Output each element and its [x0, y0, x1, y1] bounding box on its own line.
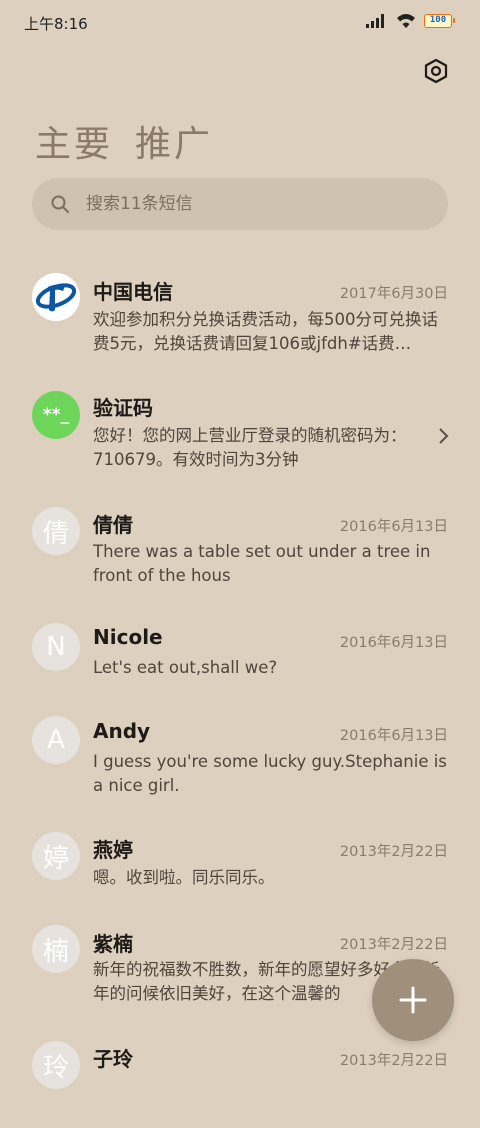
avatar: 玲: [32, 1041, 80, 1089]
battery-icon: 100: [424, 14, 455, 28]
search-input[interactable]: [84, 193, 388, 215]
conversation-name: Nicole: [93, 625, 163, 649]
avatar: [32, 273, 80, 321]
conversation-row[interactable]: 倩 倩倩 2016年6月13日 There was a table set ou…: [0, 494, 480, 594]
conversation-row[interactable]: 中国电信 2017年6月30日 欢迎参加积分兑换话费活动，每500分可兑换话费5…: [0, 262, 480, 362]
conversation-row[interactable]: 玲 子玲 2013年2月22日: [0, 1028, 480, 1128]
avatar: 倩: [32, 507, 80, 555]
conversation-row[interactable]: N Nicole 2016年6月13日 Let's eat out,shall …: [0, 610, 480, 710]
conversation-preview: There was a table set out under a tree i…: [93, 542, 431, 585]
conversation-date: 2016年6月13日: [339, 519, 448, 535]
conversation-date: 2013年2月22日: [339, 937, 448, 953]
compose-button[interactable]: [372, 959, 454, 1041]
settings-hexagon-icon: [424, 58, 448, 84]
conversation-name: 紫楠: [93, 932, 133, 956]
conversation-name: 验证码: [93, 396, 153, 420]
tab-promotions[interactable]: 推广: [135, 115, 213, 167]
avatar: 楠: [32, 925, 80, 973]
chevron-right-icon[interactable]: [438, 427, 450, 445]
conversation-preview: I guess you're some lucky guy.Stephanie …: [93, 752, 447, 795]
conversation-name: Andy: [93, 719, 151, 743]
settings-button[interactable]: [422, 57, 450, 85]
search-icon: [51, 195, 69, 213]
conversation-date: 2016年6月13日: [339, 728, 448, 744]
status-bar: 上午8:16 100: [0, 0, 480, 46]
conversation-preview: 您好！您的网上营业厅登录的随机密码为：710679。有效时间为3分钟: [93, 426, 407, 469]
conversation-preview: 嗯。收到啦。同乐同乐。: [93, 868, 275, 887]
telecom-logo-icon: [32, 273, 80, 321]
conversation-date: 2017年6月30日: [339, 286, 448, 302]
conversation-date: 2016年6月13日: [339, 635, 448, 651]
conversation-name: 子玲: [93, 1047, 133, 1071]
conversation-date: 2013年2月22日: [339, 844, 448, 860]
conversation-name: 燕婷: [93, 838, 133, 862]
conversation-preview: 欢迎参加积分兑换话费活动，每500分可兑换话费5元，兑换话费请回复106或jfd…: [93, 310, 438, 353]
conversation-row[interactable]: 婷 燕婷 2013年2月22日 嗯。收到啦。同乐同乐。: [0, 819, 480, 919]
search-bar[interactable]: [32, 178, 448, 230]
conversation-date: 2013年2月22日: [339, 1053, 448, 1069]
conversation-name: 中国电信: [93, 280, 173, 304]
plus-icon: [399, 986, 427, 1014]
avatar: 婷: [32, 832, 80, 880]
conversation-row[interactable]: **_ 验证码 您好！您的网上营业厅登录的随机密码为：710679。有效时间为3…: [0, 378, 480, 478]
conversation-row[interactable]: A Andy 2016年6月13日 I guess you're some lu…: [0, 703, 480, 803]
avatar: A: [32, 716, 80, 764]
avatar: N: [32, 623, 80, 671]
tab-bar: 主要 推广: [35, 115, 213, 167]
status-time: 上午8:16: [24, 15, 88, 33]
status-icons: 100: [366, 13, 455, 29]
wifi-icon: [397, 14, 415, 28]
conversation-name: 倩倩: [93, 513, 133, 537]
conversation-preview: Let's eat out,shall we?: [93, 658, 278, 677]
tab-primary[interactable]: 主要: [35, 115, 113, 167]
signal-icon: [366, 14, 384, 28]
avatar: **_: [32, 391, 80, 439]
